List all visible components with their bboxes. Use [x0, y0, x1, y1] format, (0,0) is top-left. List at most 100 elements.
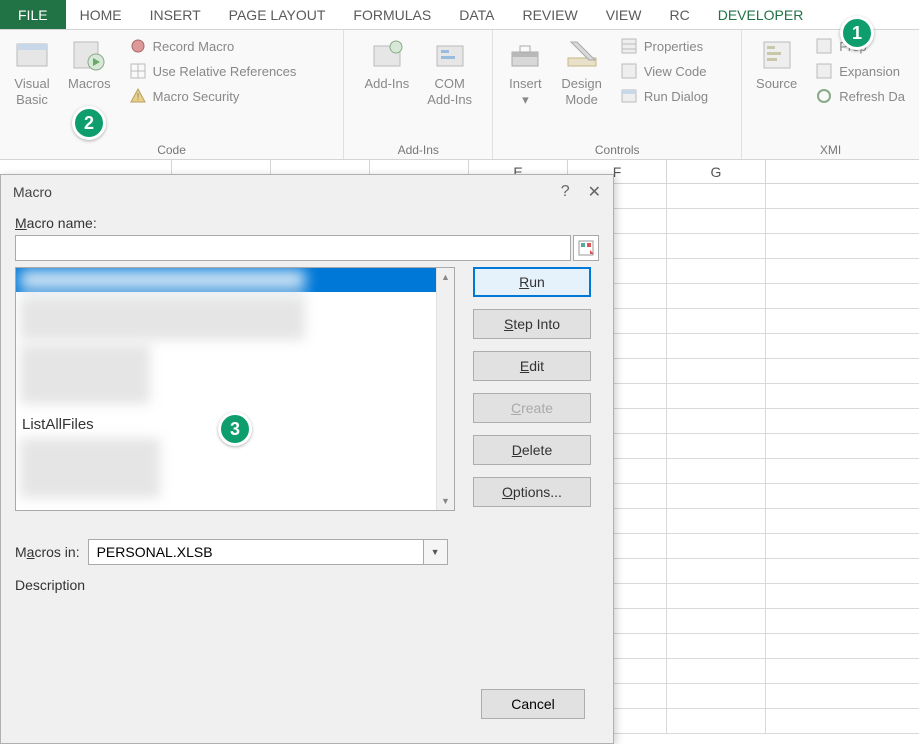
refresh-button[interactable]: Refresh Da: [809, 84, 911, 108]
dialog-title: Macro: [13, 184, 52, 200]
help-button[interactable]: ?: [561, 183, 570, 201]
tab-file[interactable]: FILE: [0, 0, 66, 29]
create-button: Create: [473, 393, 591, 423]
group-addins: Add-Ins COM Add-Ins Add-Ins: [344, 30, 493, 159]
macros-in-label: Macros in:: [15, 544, 80, 560]
view-code-button[interactable]: View Code: [614, 59, 714, 83]
toolbox-icon: [508, 38, 542, 72]
tab-rc[interactable]: RC: [655, 0, 703, 29]
insert-button[interactable]: Insert▾: [501, 34, 549, 139]
refresh-icon: [815, 87, 833, 105]
addins-icon: [370, 38, 404, 72]
group-xml: Source Prop Expansion Refresh Da XMI: [742, 30, 919, 159]
tab-developer[interactable]: DEVELOPER: [704, 0, 818, 29]
design-mode-label: Design Mode: [561, 76, 601, 107]
insert-label: Insert▾: [509, 76, 542, 107]
run-dialog-label: Run Dialog: [644, 89, 708, 104]
cancel-button[interactable]: Cancel: [481, 689, 585, 719]
macro-dialog: Macro ? ✕ Macro name: ListAllFiles ▲ ▼: [0, 174, 614, 744]
record-macro-label: Record Macro: [153, 39, 235, 54]
step-2-badge: 2: [72, 106, 106, 140]
step-1-badge: 1: [840, 16, 874, 50]
spreadsheet-picker-icon: [578, 240, 594, 256]
blurred-item: [20, 438, 160, 498]
properties-icon: [620, 37, 638, 55]
delete-button[interactable]: Delete: [473, 435, 591, 465]
relative-refs-label: Use Relative References: [153, 64, 297, 79]
tab-insert[interactable]: INSERT: [136, 0, 215, 29]
blurred-item: [20, 296, 305, 340]
visual-basic-button[interactable]: Visual Basic: [8, 34, 56, 139]
tab-page-layout[interactable]: PAGE LAYOUT: [215, 0, 340, 29]
source-button[interactable]: Source: [750, 34, 803, 139]
group-code-label: Code: [8, 139, 335, 157]
refresh-label: Refresh Da: [839, 89, 905, 104]
step-into-button[interactable]: Step Into: [473, 309, 591, 339]
visual-basic-icon: [15, 38, 49, 72]
description-label: Description: [15, 577, 599, 593]
tab-data[interactable]: DATA: [445, 0, 508, 29]
source-label: Source: [756, 76, 797, 92]
tab-formulas[interactable]: FORMULAS: [339, 0, 445, 29]
group-controls-label: Controls: [501, 139, 733, 157]
tab-home[interactable]: HOME: [66, 0, 136, 29]
expansion-icon: [815, 62, 833, 80]
com-addins-icon: [433, 38, 467, 72]
grid-icon: [129, 62, 147, 80]
macro-security-label: Macro Security: [153, 89, 240, 104]
run-button[interactable]: Run: [473, 267, 591, 297]
tab-view[interactable]: VIEW: [592, 0, 656, 29]
macro-security-button[interactable]: ! Macro Security: [123, 84, 303, 108]
addins-button[interactable]: Add-Ins: [358, 34, 415, 139]
step-3-badge: 3: [218, 412, 252, 446]
macros-label: Macros: [68, 76, 111, 92]
properties-label: Properties: [644, 39, 703, 54]
record-icon: [129, 37, 147, 55]
options-button[interactable]: Options...: [473, 477, 591, 507]
code-icon: [620, 62, 638, 80]
view-code-label: View Code: [644, 64, 707, 79]
map-props-icon: [815, 37, 833, 55]
chevron-down-icon[interactable]: ▼: [424, 539, 448, 565]
record-macro-button[interactable]: Record Macro: [123, 34, 303, 58]
macro-picker-button[interactable]: [573, 235, 599, 261]
macro-list[interactable]: ListAllFiles ▲ ▼: [15, 267, 455, 511]
expansion-label: Expansion: [839, 64, 900, 79]
ruler-icon: [565, 38, 599, 72]
list-scrollbar[interactable]: ▲ ▼: [436, 268, 454, 510]
svg-text:!: !: [136, 92, 139, 103]
relative-refs-button[interactable]: Use Relative References: [123, 59, 303, 83]
close-button[interactable]: ✕: [588, 182, 601, 202]
expansion-button[interactable]: Expansion: [809, 59, 911, 83]
properties-button[interactable]: Properties: [614, 34, 714, 58]
group-addins-label: Add-Ins: [352, 139, 484, 157]
com-addins-button[interactable]: COM Add-Ins: [421, 34, 478, 139]
macros-in-value: PERSONAL.XLSB: [88, 539, 424, 565]
addins-label: Add-Ins: [364, 76, 409, 92]
ribbon: Visual Basic Macros Record Macro Use Rel…: [0, 30, 919, 160]
macro-name-label: Macro name:: [15, 215, 599, 231]
macro-list-item[interactable]: ListAllFiles: [22, 416, 94, 433]
selected-macro-row[interactable]: [16, 268, 436, 292]
dialog-icon: [620, 87, 638, 105]
group-code: Visual Basic Macros Record Macro Use Rel…: [0, 30, 344, 159]
group-controls: Insert▾ Design Mode Properties View Code…: [493, 30, 742, 159]
run-dialog-button[interactable]: Run Dialog: [614, 84, 714, 108]
edit-button[interactable]: Edit: [473, 351, 591, 381]
tab-review[interactable]: REVIEW: [508, 0, 591, 29]
scroll-down-icon[interactable]: ▼: [437, 492, 454, 510]
dialog-titlebar[interactable]: Macro ? ✕: [1, 175, 613, 209]
ribbon-tabs: FILE HOME INSERT PAGE LAYOUT FORMULAS DA…: [0, 0, 919, 30]
com-addins-label: COM Add-Ins: [427, 76, 472, 107]
blurred-item: [20, 344, 150, 404]
col-g[interactable]: G: [667, 160, 766, 183]
macro-name-input[interactable]: [15, 235, 571, 261]
group-xml-label: XMI: [750, 139, 911, 157]
source-icon: [760, 38, 794, 72]
design-mode-button[interactable]: Design Mode: [555, 34, 607, 139]
visual-basic-label: Visual Basic: [14, 76, 49, 107]
warning-icon: !: [129, 87, 147, 105]
macros-in-select[interactable]: PERSONAL.XLSB ▼: [88, 539, 448, 565]
scroll-up-icon[interactable]: ▲: [437, 268, 454, 286]
macros-icon: [72, 38, 106, 72]
